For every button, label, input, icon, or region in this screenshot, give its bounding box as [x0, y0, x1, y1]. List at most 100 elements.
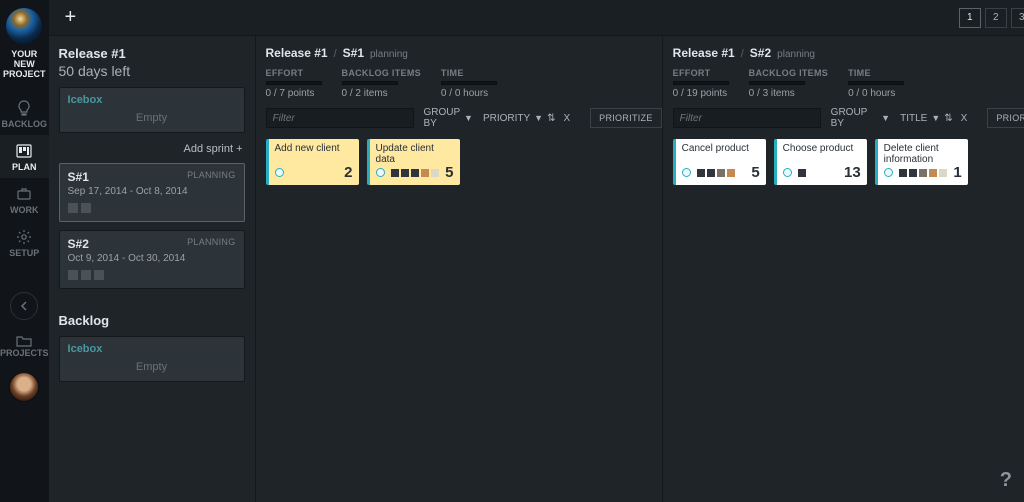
col-state: planning — [777, 49, 815, 60]
pager-2[interactable]: 2 — [985, 8, 1007, 28]
sprint-progress — [68, 203, 236, 213]
sprint-dates: Sep 17, 2014 - Oct 8, 2014 — [68, 186, 236, 197]
col-sprint: S#2 — [750, 46, 771, 60]
breadcrumb-sep: / — [741, 48, 744, 60]
stats-row: EFFORT0 / 7 points BACKLOG ITEMS0 / 2 it… — [266, 68, 652, 99]
nav-label: PLAN — [12, 162, 37, 172]
color-swatches — [899, 169, 947, 177]
backlog-heading: Backlog — [59, 313, 245, 328]
stats-row: EFFORT0 / 19 points BACKLOG ITEMS0 / 3 i… — [673, 68, 1024, 99]
backlog-empty: Empty — [68, 355, 236, 375]
backlog-card[interactable]: Choose product 13 — [774, 139, 867, 185]
stat-effort: EFFORT0 / 19 points — [673, 68, 729, 99]
nav-label: SETUP — [9, 248, 39, 258]
nav-backlog[interactable]: BACKLOG — [0, 92, 49, 135]
columns: Release #1 50 days left Icebox Empty Add… — [49, 36, 1024, 502]
prioritize-button[interactable]: PRIORITIZE — [590, 108, 662, 128]
status-dot-icon — [884, 168, 893, 177]
sort-dropdown[interactable]: PRIORITY▼⇅ — [483, 113, 554, 124]
card-points: 13 — [844, 164, 861, 181]
user-avatar[interactable] — [9, 372, 39, 402]
nav-label: BACKLOG — [2, 119, 48, 129]
icebox-panel[interactable]: Icebox Empty — [59, 87, 245, 133]
filter-input[interactable] — [673, 108, 821, 128]
backlog-icebox-panel[interactable]: Icebox Empty — [59, 336, 245, 382]
sort-icon: ⇅ — [944, 113, 950, 124]
nav-label: WORK — [10, 205, 39, 215]
toolbar: GROUP BY▼ PRIORITY▼⇅ X PRIORITIZE — [266, 107, 652, 129]
pager-1[interactable]: 1 — [959, 8, 981, 28]
color-swatches — [391, 169, 439, 177]
add-button[interactable]: + — [59, 6, 83, 29]
lightbulb-icon — [16, 100, 32, 116]
card-points: 5 — [751, 164, 759, 181]
release-title: Release #1 — [59, 46, 245, 61]
nav-setup[interactable]: SETUP — [0, 221, 49, 264]
col-release: Release #1 — [266, 46, 328, 60]
sprint-card-1[interactable]: S#1 PLANNING Sep 17, 2014 - Oct 8, 2014 — [59, 163, 245, 222]
caret-down-icon: ▼ — [534, 113, 543, 123]
cards-area[interactable]: Add new client2Update client data5 — [266, 139, 652, 185]
nav-projects[interactable]: PROJECTS — [0, 334, 49, 358]
status-dot-icon — [783, 168, 792, 177]
clear-sort[interactable]: X — [563, 113, 570, 124]
stat-time: TIME0 / 0 hours — [441, 68, 497, 99]
main-nav: BACKLOG PLAN WORK SETUP — [0, 92, 49, 264]
filter-input[interactable] — [266, 108, 414, 128]
backlog-card[interactable]: Delete client information1 — [875, 139, 968, 185]
card-title: Delete client information — [884, 143, 962, 165]
projects-label: PROJECTS — [0, 348, 49, 358]
icebox-empty: Empty — [68, 106, 236, 126]
column-header: Release #1 / S#2 planning — [673, 46, 1024, 60]
color-swatches — [697, 169, 735, 177]
nav-plan[interactable]: PLAN — [0, 135, 49, 178]
sprint-column-2: Release #1 / S#2 planning EFFORT0 / 19 p… — [663, 36, 1024, 502]
kanban-icon — [16, 143, 32, 159]
stat-effort: EFFORT0 / 7 points — [266, 68, 322, 99]
color-swatches — [798, 169, 806, 177]
caret-down-icon: ▼ — [881, 113, 890, 123]
release-panel: Release #1 50 days left Icebox Empty Add… — [49, 36, 255, 502]
stat-items: BACKLOG ITEMS0 / 2 items — [342, 68, 421, 99]
cards-area[interactable]: Cancel product 5 Choose product 13 Delete cl… — [673, 139, 1024, 185]
release-days-left: 50 days left — [59, 63, 245, 79]
toolbar: GROUP BY▼ TITLE▼⇅ X PRIORITIZE — [673, 107, 1024, 129]
briefcase-icon — [16, 186, 32, 202]
card-title: Update client data — [376, 143, 454, 165]
help-button[interactable]: ? — [1000, 469, 1012, 492]
pager-3[interactable]: 3 — [1011, 8, 1024, 28]
card-points: 5 — [445, 164, 453, 181]
collapse-button[interactable] — [10, 292, 38, 320]
clear-sort[interactable]: X — [961, 113, 968, 124]
nav-work[interactable]: WORK — [0, 178, 49, 221]
sprint-column-1: Release #1 / S#1 planning EFFORT0 / 7 po… — [255, 36, 663, 502]
prioritize-button[interactable]: PRIORITIZE — [987, 108, 1024, 128]
backlog-card[interactable]: Add new client2 — [266, 139, 359, 185]
sprint-status: PLANNING — [187, 170, 235, 180]
card-points: 1 — [953, 164, 961, 181]
project-logo[interactable] — [6, 8, 42, 44]
sidebar: YOUR NEW PROJECT BACKLOG PLAN WORK SETUP — [0, 0, 49, 502]
topbar: + 1 2 3 4 — [49, 0, 1024, 36]
status-dot-icon — [376, 168, 385, 177]
sprint-card-2[interactable]: S#2 PLANNING Oct 9, 2014 - Oct 30, 2014 — [59, 230, 245, 289]
group-by-dropdown[interactable]: GROUP BY▼ — [831, 107, 890, 129]
backlog-card[interactable]: Update client data5 — [367, 139, 460, 185]
card-title: Cancel product — [682, 143, 760, 154]
card-title: Choose product — [783, 143, 861, 154]
add-sprint-button[interactable]: Add sprint + — [59, 141, 245, 163]
caret-down-icon: ▼ — [931, 113, 940, 123]
gear-icon — [16, 229, 32, 245]
backlog-card[interactable]: Cancel product 5 — [673, 139, 766, 185]
stat-items: BACKLOG ITEMS0 / 3 items — [749, 68, 828, 99]
backlog-icebox-title: Icebox — [68, 343, 236, 355]
col-release: Release #1 — [673, 46, 735, 60]
folder-icon — [16, 334, 32, 348]
sprint-progress — [68, 270, 236, 280]
group-by-dropdown[interactable]: GROUP BY▼ — [424, 107, 473, 129]
sort-dropdown[interactable]: TITLE▼⇅ — [900, 113, 951, 124]
main: + 1 2 3 4 Release #1 50 days left Icebox… — [49, 0, 1024, 502]
column-header: Release #1 / S#1 planning — [266, 46, 652, 60]
stat-time: TIME0 / 0 hours — [848, 68, 904, 99]
col-sprint: S#1 — [343, 46, 364, 60]
